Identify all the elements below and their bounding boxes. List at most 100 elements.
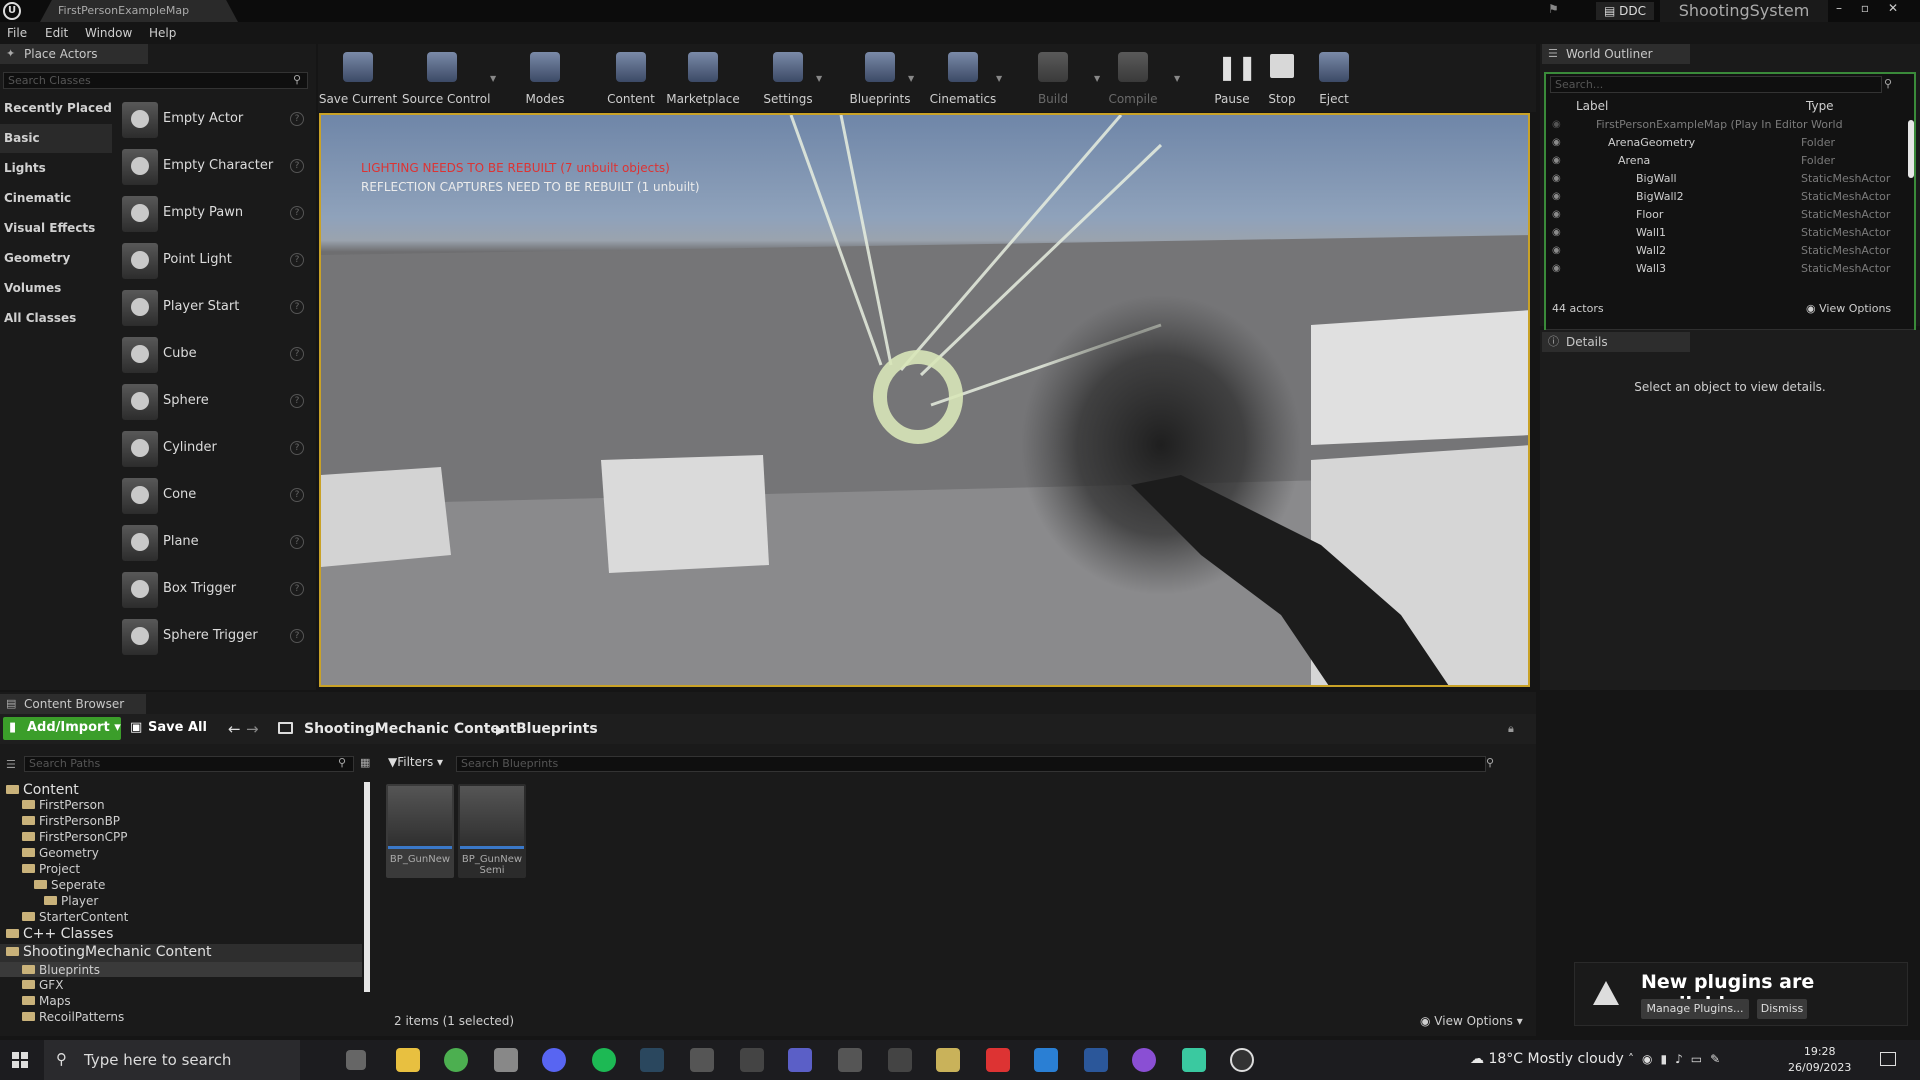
help-icon[interactable]: ? xyxy=(290,535,304,549)
help-icon[interactable]: ? xyxy=(290,112,304,126)
outliner-row[interactable]: ◉ FirstPersonExampleMap (Play In Editor W… xyxy=(1546,116,1896,134)
eye-icon[interactable]: ◉ xyxy=(1552,191,1561,202)
actor-empty-character[interactable]: Empty Character? xyxy=(118,145,312,189)
spotify-icon[interactable] xyxy=(592,1048,616,1072)
tree-item-content[interactable]: Content xyxy=(6,782,79,798)
help-icon[interactable]: ? xyxy=(290,441,304,455)
teams-icon[interactable] xyxy=(788,1048,812,1072)
category-volumes[interactable]: Volumes xyxy=(0,274,112,303)
tree-item-firstpersonbp[interactable]: FirstPersonBP xyxy=(22,814,120,828)
windows-start-icon[interactable] xyxy=(12,1052,28,1068)
tree-item-seperate[interactable]: Seperate xyxy=(34,878,105,892)
app-icon[interactable] xyxy=(1182,1048,1206,1072)
close-icon[interactable]: ✕ xyxy=(1880,0,1906,18)
chevron-down-icon[interactable]: ▼ xyxy=(1094,74,1100,83)
tree-item-firstpersoncpp[interactable]: FirstPersonCPP xyxy=(22,830,127,844)
outliner-scrollbar[interactable] xyxy=(1908,120,1914,178)
marketplace-button[interactable]: Marketplace xyxy=(666,48,740,108)
system-clock[interactable]: 19:28 26/09/2023 xyxy=(1788,1044,1851,1076)
actor-box-trigger[interactable]: Box Trigger? xyxy=(118,568,312,612)
system-tray-icons[interactable]: ˄◉▮♪▭✎ xyxy=(1628,1052,1728,1066)
help-icon[interactable]: ? xyxy=(290,582,304,596)
forward-arrow-icon[interactable]: → xyxy=(246,720,259,738)
tree-item-recoilpatterns[interactable]: RecoilPatterns xyxy=(22,1010,124,1024)
outliner-row[interactable]: ◉ Arena Folder xyxy=(1546,152,1896,170)
category-recently-placed[interactable]: Recently Placed xyxy=(0,94,112,123)
outliner-row[interactable]: ◉ ArenaGeometry Folder xyxy=(1546,134,1896,152)
tree-item-shootingmechanic-content[interactable]: ShootingMechanic Content xyxy=(6,944,211,960)
taskbar-search-input[interactable]: ⚲ Type here to search xyxy=(44,1040,300,1080)
map-tab[interactable]: FirstPersonExampleMap xyxy=(40,0,238,22)
filters-button[interactable]: ▼Filters ▾ xyxy=(388,755,450,773)
world-outliner-tab[interactable]: ☰ World Outliner xyxy=(1542,44,1690,64)
actor-empty-pawn[interactable]: Empty Pawn? xyxy=(118,192,312,236)
blueprint-search-input[interactable]: Search Blueprints xyxy=(456,756,1486,772)
compile-button[interactable]: Compile xyxy=(1108,48,1158,108)
outliner-row[interactable]: ◉ Wall2 StaticMeshActor xyxy=(1546,242,1896,260)
breadcrumb-blueprints[interactable]: Blueprints xyxy=(516,721,598,737)
outliner-row[interactable]: ◉ BigWall2 StaticMeshActor xyxy=(1546,188,1896,206)
chevron-down-icon[interactable]: ▼ xyxy=(908,74,914,83)
help-icon[interactable]: ? xyxy=(290,488,304,502)
app-icon[interactable] xyxy=(1132,1048,1156,1072)
actor-player-start[interactable]: Player Start? xyxy=(118,286,312,330)
help-icon[interactable]: ? xyxy=(290,206,304,220)
app-icon[interactable] xyxy=(494,1048,518,1072)
collections-icon[interactable]: ▦ xyxy=(360,756,370,769)
vscode-icon[interactable] xyxy=(1034,1048,1058,1072)
details-tab[interactable]: ⓘ Details xyxy=(1542,332,1690,352)
content-button[interactable]: Content xyxy=(606,48,656,108)
dismiss-button[interactable]: Dismiss xyxy=(1757,999,1807,1019)
help-icon[interactable]: ? xyxy=(290,159,304,173)
steam-icon[interactable] xyxy=(640,1048,664,1072)
chevron-down-icon[interactable]: ▼ xyxy=(996,74,1002,83)
actor-cylinder[interactable]: Cylinder? xyxy=(118,427,312,471)
manage-plugins-button[interactable]: Manage Plugins... xyxy=(1641,999,1749,1019)
type-column-header[interactable]: Type xyxy=(1806,99,1834,113)
level-viewport[interactable]: LIGHTING NEEDS TO BE REBUILT (7 unbuilt … xyxy=(319,113,1530,687)
help-icon[interactable]: ? xyxy=(290,394,304,408)
lock-icon[interactable]: 🔒︎ xyxy=(1508,722,1514,736)
outliner-row[interactable]: ◉ Wall1 StaticMeshActor xyxy=(1546,224,1896,242)
menu-window[interactable]: Window xyxy=(85,26,132,40)
app-icon[interactable] xyxy=(690,1048,714,1072)
tree-item-blueprints[interactable]: Blueprints xyxy=(22,963,100,977)
tree-item-startercontent[interactable]: StarterContent xyxy=(22,910,128,924)
unreal-engine-icon[interactable] xyxy=(1230,1048,1254,1072)
app-icon[interactable] xyxy=(986,1048,1010,1072)
help-icon[interactable]: ? xyxy=(290,253,304,267)
outliner-search-input[interactable]: Search... xyxy=(1550,76,1882,93)
app-icon[interactable] xyxy=(888,1048,912,1072)
modes-button[interactable]: Modes xyxy=(520,48,570,108)
cinematics-button[interactable]: Cinematics xyxy=(930,48,996,108)
eye-icon[interactable]: ◉ xyxy=(1552,209,1561,220)
outliner-view-options[interactable]: ◉ View Options xyxy=(1806,302,1891,315)
chevron-down-icon[interactable]: ▼ xyxy=(490,74,496,83)
category-cinematic[interactable]: Cinematic xyxy=(0,184,112,213)
pause-button[interactable]: ❚❚ Pause xyxy=(1210,48,1257,108)
app-icon[interactable] xyxy=(936,1048,960,1072)
category-basic[interactable]: Basic xyxy=(0,124,112,153)
ddc-button[interactable]: ▤ DDC xyxy=(1596,2,1654,20)
maximize-icon[interactable]: ▫ xyxy=(1852,0,1878,18)
content-browser-tab[interactable]: ▤ Content Browser xyxy=(0,694,146,714)
breadcrumb-shootingmechanic[interactable]: ShootingMechanic Content xyxy=(304,721,517,737)
category-all-classes[interactable]: All Classes xyxy=(0,304,112,333)
tree-item-firstperson[interactable]: FirstPerson xyxy=(22,798,105,812)
weather-widget[interactable]: ☁ 18°C Mostly cloudy xyxy=(1470,1051,1624,1067)
path-search-input[interactable]: Search Paths xyxy=(24,756,354,772)
class-search-input[interactable]: Search Classes xyxy=(3,72,308,89)
actor-empty-actor[interactable]: Empty Actor? xyxy=(118,98,312,142)
asset-tile[interactable]: BP_GunNew xyxy=(386,784,454,878)
add-import-button[interactable]: ▮ Add/Import ▾ xyxy=(3,717,121,740)
tree-item-project[interactable]: Project xyxy=(22,862,80,876)
word-icon[interactable] xyxy=(1084,1048,1108,1072)
eye-icon[interactable]: ◉ xyxy=(1552,137,1561,148)
build-button[interactable]: Build xyxy=(1031,48,1075,108)
content-view-options[interactable]: ◉ View Options ▾ xyxy=(1420,1014,1523,1028)
category-lights[interactable]: Lights xyxy=(0,154,112,183)
menu-file[interactable]: File xyxy=(7,26,27,40)
asset-tile[interactable]: BP_GunNew Semi xyxy=(458,784,526,878)
save-current-button[interactable]: Save Current xyxy=(319,48,397,108)
actor-sphere-trigger[interactable]: Sphere Trigger? xyxy=(118,615,312,659)
